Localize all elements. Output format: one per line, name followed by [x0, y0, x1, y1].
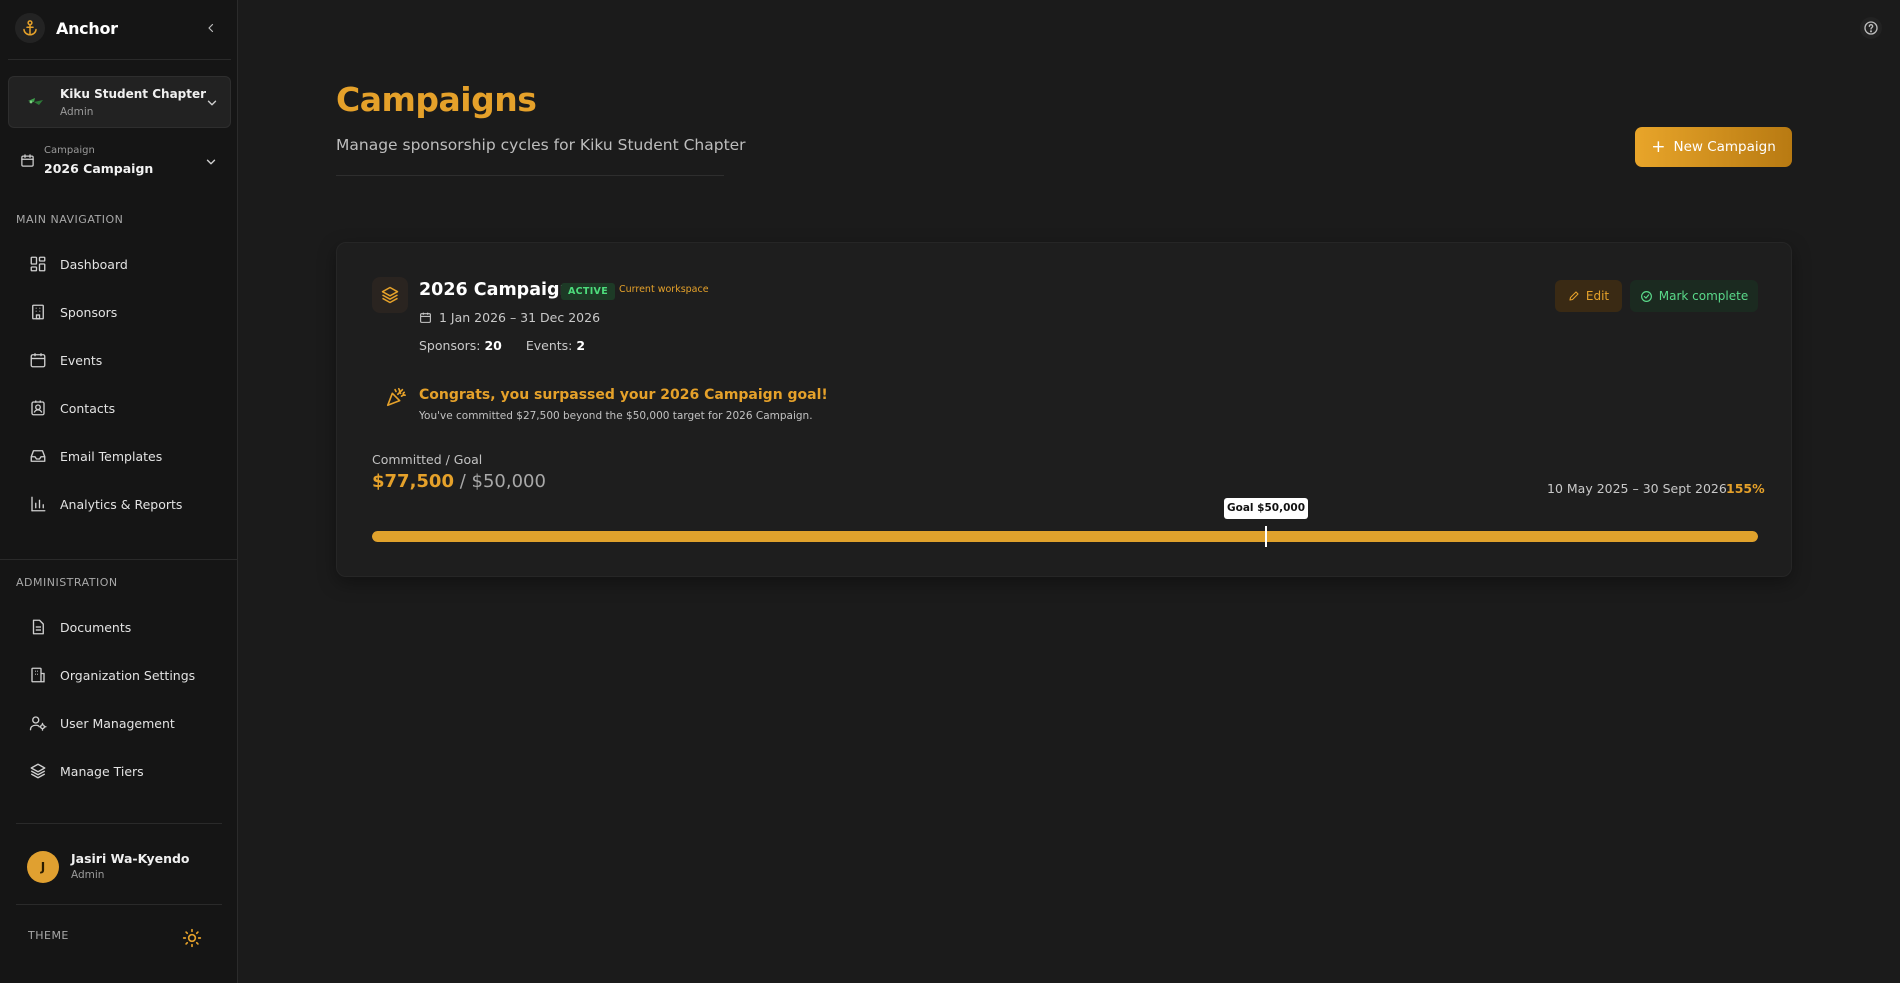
page-title: Campaigns [336, 80, 537, 119]
sidebar-item-manage-tiers[interactable]: Manage Tiers [16, 753, 222, 789]
goal-marker [1265, 526, 1267, 547]
brand: Anchor [15, 13, 230, 43]
sidebar-item-label: Sponsors [60, 304, 118, 320]
divider [16, 823, 222, 824]
dashboard-icon [28, 254, 48, 274]
bar-chart-icon [28, 494, 48, 514]
inbox-icon [28, 446, 48, 466]
campaign-switcher-value: 2026 Campaign [44, 161, 154, 176]
new-campaign-button[interactable]: + New Campaign [1635, 127, 1792, 167]
org-switcher[interactable]: Kiku Student Chapter Admin [8, 76, 231, 128]
calendar-icon [21, 154, 34, 167]
funding-period: 10 May 2025 – 30 Sept 2026 [1547, 481, 1727, 496]
sidebar-item-label: Organization Settings [60, 667, 196, 683]
contact-card-icon [28, 398, 48, 418]
committed-amount: $77,500 [372, 471, 454, 492]
user-gear-icon [28, 713, 48, 733]
edit-button[interactable]: Edit [1555, 280, 1622, 312]
main-navigation-title: MAIN NAVIGATION [16, 213, 124, 226]
sidebar-item-label: Analytics & Reports [60, 496, 183, 512]
goal-tooltip: Goal $50,000 [1224, 498, 1308, 519]
user-name: Jasiri Wa-Kyendo [71, 851, 190, 866]
sidebar-item-label: Dashboard [60, 256, 128, 272]
sidebar-item-sponsors[interactable]: Sponsors [16, 294, 222, 330]
campaign-title: 2026 Campaign [419, 280, 573, 300]
check-circle-icon [1640, 290, 1652, 302]
sidebar-item-label: Manage Tiers [60, 763, 144, 779]
campaign-switcher-label: Campaign [44, 145, 95, 156]
plus-icon: + [1651, 136, 1666, 157]
chevron-down-icon [207, 100, 217, 106]
campaign-stats: Sponsors: 20 Events: 2 [419, 338, 585, 353]
layers-icon [28, 761, 48, 781]
status-badge: ACTIVE [561, 283, 615, 300]
congrats-title: Congrats, you surpassed your 2026 Campai… [419, 387, 828, 403]
events-label: Events: [525, 338, 573, 353]
divider [0, 559, 238, 560]
goal-amount: $50,000 [471, 471, 546, 492]
committed-goal-values: $77,500 / $50,000 [372, 471, 546, 492]
layers-icon [372, 277, 408, 313]
sidebar-item-label: Email Templates [60, 448, 163, 464]
new-campaign-label: New Campaign [1673, 139, 1776, 155]
separator: / [459, 471, 466, 492]
theme-label: THEME [28, 929, 69, 942]
committed-goal-label: Committed / Goal [372, 452, 483, 467]
edit-label: Edit [1585, 289, 1610, 303]
document-icon [28, 617, 48, 637]
sun-icon[interactable] [180, 926, 204, 950]
divider [8, 59, 231, 60]
sidebar: Anchor Kiku Student Chapter Admin Campai… [0, 0, 238, 983]
campaign-date-range: 1 Jan 2026 – 31 Dec 2026 [439, 310, 601, 325]
chevron-down-icon [206, 159, 216, 165]
divider [16, 904, 222, 905]
sidebar-item-user-management[interactable]: User Management [16, 705, 222, 741]
calendar-icon [420, 312, 431, 323]
progress-bar-fill [372, 531, 1758, 542]
avatar: J [27, 851, 59, 883]
org-role: Admin [60, 106, 94, 118]
sidebar-item-email-templates[interactable]: Email Templates [16, 438, 222, 474]
sidebar-item-contacts[interactable]: Contacts [16, 390, 222, 426]
org-logo-icon [28, 98, 43, 105]
app-name: Anchor [56, 18, 118, 38]
party-popper-icon [386, 387, 406, 407]
anchor-logo-icon [15, 13, 45, 43]
divider [336, 175, 724, 176]
sidebar-item-documents[interactable]: Documents [16, 609, 222, 645]
workspace-badge: Current workspace [619, 284, 709, 295]
campaign-card: 2026 Campaign ACTIVE Current workspace 1… [336, 242, 1792, 577]
sidebar-item-label: Documents [60, 619, 132, 635]
sidebar-item-dashboard[interactable]: Dashboard [16, 246, 222, 282]
sidebar-item-events[interactable]: Events [16, 342, 222, 378]
sidebar-item-organization-settings[interactable]: Organization Settings [16, 657, 222, 693]
org-name: Kiku Student Chapter [60, 87, 207, 101]
user-profile[interactable]: J Jasiri Wa-Kyendo Admin [16, 840, 222, 894]
sponsors-count: 20 [484, 338, 502, 353]
mark-complete-label: Mark complete [1658, 289, 1749, 303]
calendar-icon [28, 350, 48, 370]
building-icon [28, 302, 48, 322]
mark-complete-button[interactable]: Mark complete [1630, 280, 1758, 312]
user-role: Admin [71, 869, 105, 881]
sidebar-item-label: Contacts [60, 400, 116, 416]
campaign-switcher[interactable]: Campaign 2026 Campaign [8, 143, 231, 183]
events-count: 2 [576, 338, 586, 353]
sidebar-item-label: User Management [60, 715, 175, 731]
progress-percent: 155% [1726, 481, 1765, 496]
campaign-dates: 1 Jan 2026 – 31 Dec 2026 [419, 310, 600, 325]
pencil-icon [1569, 291, 1579, 301]
sidebar-item-label: Events [60, 352, 103, 368]
congrats-message: You've committed $27,500 beyond the $50,… [419, 410, 813, 422]
page-subtitle: Manage sponsorship cycles for Kiku Stude… [336, 136, 746, 154]
sidebar-item-analytics[interactable]: Analytics & Reports [16, 486, 222, 522]
progress-bar [372, 531, 1758, 542]
collapse-sidebar-icon[interactable] [202, 19, 220, 37]
administration-title: ADMINISTRATION [16, 576, 118, 589]
sponsors-label: Sponsors: [419, 338, 481, 353]
building-settings-icon [28, 665, 48, 685]
help-icon[interactable] [1860, 17, 1882, 39]
